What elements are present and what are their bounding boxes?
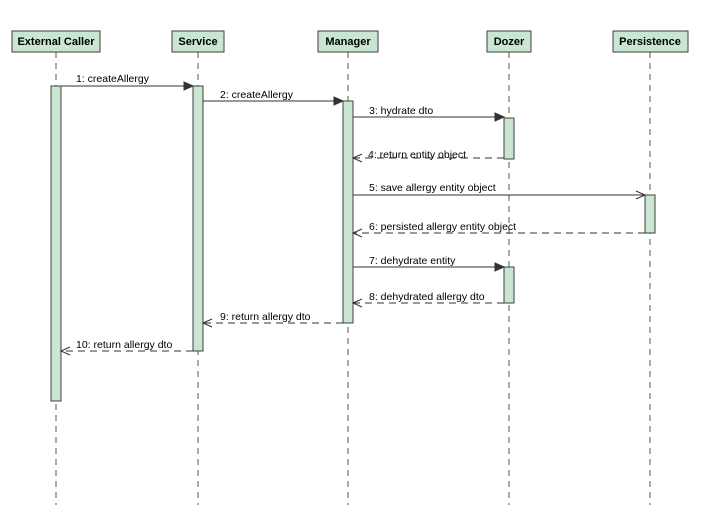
participant-label: Persistence	[619, 36, 681, 48]
participant-manager: Manager	[317, 30, 379, 53]
participant-persistence: Persistence	[612, 30, 689, 53]
message-4: 4: return entity object	[351, 149, 504, 163]
participant-service: Service	[171, 30, 225, 53]
activation-service	[192, 85, 204, 352]
message-label: 7: dehydrate entity	[369, 255, 456, 267]
message-label: 6: persisted allergy entity object	[369, 221, 516, 233]
activation-external-caller	[50, 85, 62, 402]
activation-manager	[342, 100, 354, 324]
participant-label: Service	[178, 36, 217, 48]
message-1: 1: createAllergy	[61, 73, 195, 91]
participant-external-caller: External Caller	[11, 30, 101, 53]
message-label: 3: hydrate dto	[369, 105, 433, 117]
message-2: 2: createAllergy	[203, 89, 345, 106]
participant-dozer: Dozer	[486, 30, 532, 53]
message-label: 5: save allergy entity object	[369, 182, 496, 194]
activation-persistence	[644, 194, 656, 234]
message-label: 10: return allergy dto	[76, 339, 172, 351]
participant-label: Dozer	[494, 36, 525, 48]
message-label: 2: createAllergy	[220, 89, 294, 101]
message-5: 5: save allergy entity object	[353, 182, 647, 200]
message-3: 3: hydrate dto	[353, 105, 506, 122]
message-label: 1: createAllergy	[76, 73, 150, 85]
message-label: 4: return entity object	[368, 149, 466, 161]
message-label: 9: return allergy dto	[220, 311, 311, 323]
message-8: 8: dehydrated allergy dto	[351, 291, 504, 308]
sequence-diagram: External Caller Service Manager Dozer Pe…	[11, 30, 689, 505]
message-10: 10: return allergy dto	[59, 339, 193, 356]
activation-dozer-2	[503, 266, 515, 304]
message-9: 9: return allergy dto	[201, 311, 343, 328]
participant-label: External Caller	[17, 36, 95, 48]
participant-label: Manager	[325, 36, 371, 48]
message-label: 8: dehydrated allergy dto	[369, 291, 485, 303]
message-7: 7: dehydrate entity	[353, 255, 506, 272]
message-6: 6: persisted allergy entity object	[351, 221, 645, 238]
activation-dozer-1	[503, 117, 515, 160]
